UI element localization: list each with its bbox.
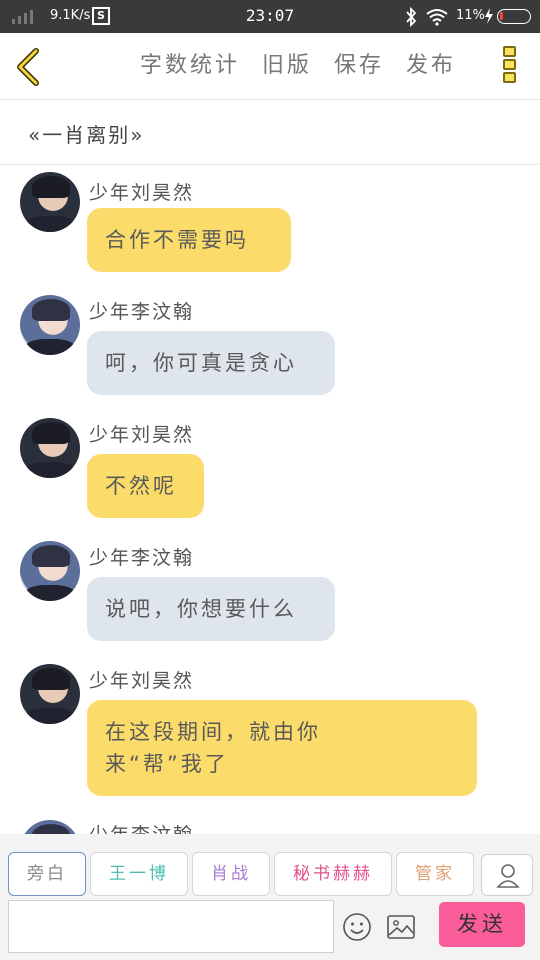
message-text: 呵，你可真是贪心	[105, 351, 297, 375]
sender-name: 少年李汶翰	[89, 547, 195, 569]
avatar[interactable]	[20, 418, 80, 478]
story-title-row[interactable]: «一肖离别»	[0, 100, 540, 165]
more-vertical-icon[interactable]	[500, 46, 518, 90]
sender-name: 少年刘昊然	[89, 182, 195, 204]
role-chip[interactable]: 旁白	[8, 852, 86, 896]
battery-percent: 11%	[456, 8, 485, 23]
role-chip[interactable]: 秘书赫赫	[274, 852, 392, 896]
avatar[interactable]	[20, 172, 80, 232]
message-text: 合作不需要吗	[105, 228, 249, 252]
more-dot	[502, 46, 516, 57]
publish-button[interactable]: 发布	[406, 47, 456, 78]
back-chevron-icon[interactable]	[14, 47, 44, 87]
add-role-button[interactable]	[481, 854, 533, 896]
message-text-line: 在这段期间，就由你	[105, 720, 321, 744]
message-text: 不然呢	[105, 474, 177, 498]
message-input[interactable]	[8, 900, 334, 953]
chat-list[interactable]: 少年刘昊然 合作不需要吗 少年李汶翰 呵，你可真是贪心 少年刘昊然 不然呢 少年…	[0, 166, 540, 834]
save-button[interactable]: 保存	[334, 47, 384, 78]
role-chip[interactable]: 肖战	[192, 852, 270, 896]
more-dot	[502, 72, 516, 83]
message-bubble[interactable]: 在这段期间，就由你 来“帮”我了	[87, 700, 477, 796]
toolbar-menu: 字数统计 旧版 保存 发布	[140, 47, 456, 78]
story-title: «一肖离别»	[28, 123, 145, 147]
role-selector[interactable]: 旁白 王一博 肖战 秘书赫赫 管家	[8, 852, 478, 897]
emoji-icon[interactable]	[342, 912, 372, 942]
battery-icon	[497, 9, 531, 24]
message-bubble[interactable]: 说吧，你想要什么	[87, 577, 335, 641]
avatar[interactable]	[20, 295, 80, 355]
sender-name: 少年刘昊然	[89, 424, 195, 446]
composer-panel: 旁白 王一博 肖战 秘书赫赫 管家 发送	[0, 834, 540, 960]
image-icon[interactable]	[386, 913, 416, 941]
old-version-button[interactable]: 旧版	[262, 47, 312, 78]
sender-name: 少年刘昊然	[89, 670, 195, 692]
top-toolbar: 字数统计 旧版 保存 发布	[0, 33, 540, 100]
role-chip[interactable]: 王一博	[90, 852, 188, 896]
message-text-line: 来“帮”我了	[105, 752, 229, 776]
status-bar: 9.1K/s S 23:07 11%	[0, 0, 540, 33]
word-count-button[interactable]: 字数统计	[140, 47, 240, 78]
avatar[interactable]	[20, 664, 80, 724]
message-text: 说吧，你想要什么	[105, 597, 297, 621]
avatar[interactable]	[20, 820, 80, 834]
more-dot	[502, 59, 516, 70]
message-bubble[interactable]: 呵，你可真是贪心	[87, 331, 335, 395]
charging-icon	[485, 8, 493, 24]
sender-name: 少年李汶翰	[89, 301, 195, 323]
add-role-icon	[496, 864, 520, 888]
message-bubble[interactable]: 不然呢	[87, 454, 204, 518]
role-chip[interactable]: 管家	[396, 852, 474, 896]
sender-name: 少年李汶翰	[89, 820, 194, 834]
bluetooth-icon	[406, 7, 417, 27]
message-bubble[interactable]: 合作不需要吗	[87, 208, 291, 272]
send-button[interactable]: 发送	[439, 902, 525, 947]
avatar[interactable]	[20, 541, 80, 601]
wifi-icon	[426, 9, 448, 26]
battery-level	[500, 12, 503, 20]
